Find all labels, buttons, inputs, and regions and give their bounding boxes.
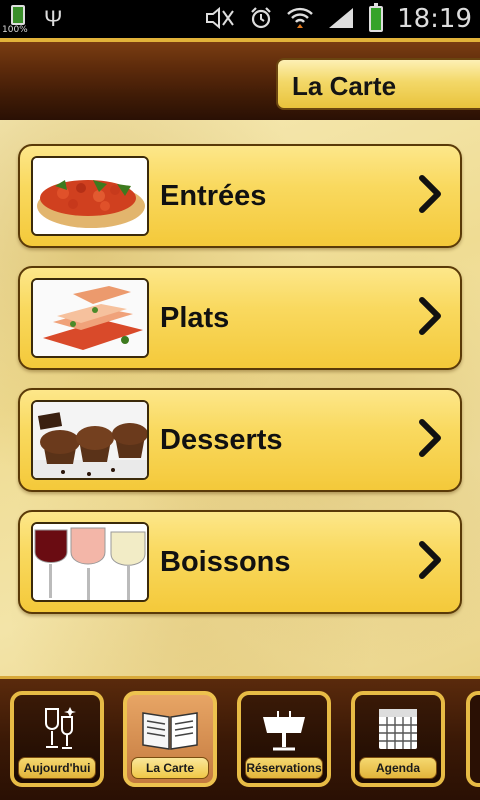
tab-label: Réservations	[245, 757, 323, 779]
tab-label: Aujourd'hui	[18, 757, 96, 779]
tab-more-partial[interactable]	[466, 691, 480, 787]
menu-book-icon	[142, 712, 198, 750]
bruschetta-image	[31, 156, 149, 236]
tab-aujourdhui[interactable]: Aujourd'hui	[10, 691, 104, 787]
chevron-right-icon	[419, 297, 441, 335]
battery-icon: 100%	[2, 2, 32, 36]
battery-charging-icon	[369, 3, 384, 32]
wifi-icon	[287, 6, 313, 33]
status-bar: 100% Ψ 18:19	[0, 0, 480, 38]
menu-item-label: Desserts	[160, 424, 283, 456]
mute-icon	[205, 6, 235, 32]
menu-item-boissons[interactable]: Boissons	[18, 510, 462, 614]
muffins-image	[31, 400, 149, 480]
menu-item-plats[interactable]: Plats	[18, 266, 462, 370]
bottom-tab-bar: Aujourd'hui La Carte Réservations Agenda	[0, 676, 480, 800]
salmon-dish-image	[31, 278, 149, 358]
header-bar: La Carte	[0, 38, 480, 120]
menu-item-entrees[interactable]: Entrées	[18, 144, 462, 248]
menu-item-label: Entrées	[160, 180, 267, 212]
header-title-box: La Carte	[276, 58, 480, 110]
menu-item-label: Boissons	[160, 546, 291, 578]
battery-percent: 100%	[2, 25, 28, 35]
chevron-right-icon	[419, 175, 441, 213]
clock: 18:19	[397, 4, 472, 34]
tab-label: Agenda	[359, 757, 437, 779]
menu-content: Entrées Plats Desserts Boissons	[0, 120, 480, 676]
calendar-icon	[379, 709, 417, 749]
champagne-icon	[45, 707, 76, 749]
menu-item-label: Plats	[160, 302, 230, 334]
signal-icon	[327, 6, 355, 33]
wine-glasses-image	[31, 522, 149, 602]
tab-reservations[interactable]: Réservations	[237, 691, 331, 787]
alarm-icon	[249, 6, 273, 33]
tab-agenda[interactable]: Agenda	[351, 691, 445, 787]
tab-label: La Carte	[131, 757, 209, 779]
chevron-right-icon	[419, 419, 441, 457]
page-title: La Carte	[292, 71, 397, 101]
chevron-right-icon	[419, 541, 441, 579]
usb-icon: Ψ	[44, 6, 63, 31]
menu-item-desserts[interactable]: Desserts	[18, 388, 462, 492]
table-icon	[263, 711, 305, 751]
tab-la-carte[interactable]: La Carte	[123, 691, 217, 787]
